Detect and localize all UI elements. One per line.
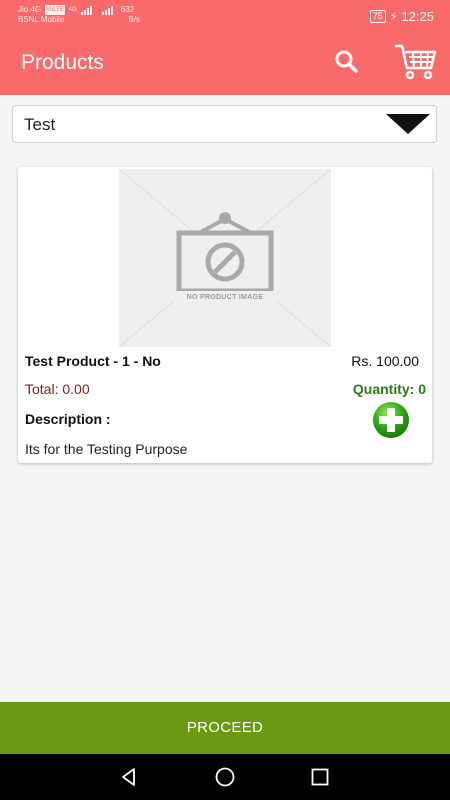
product-total: Total: 0.00 <box>25 381 90 397</box>
recents-button[interactable] <box>309 766 331 788</box>
clock: 12:25 <box>401 9 434 24</box>
carrier-info: Jio 4G VoLTE 4G 632 BSNL Mobile B/s <box>18 5 140 25</box>
no-image-text: NO PRODUCT IMAGE <box>186 294 264 301</box>
page-title: Products <box>21 51 104 74</box>
cart-button[interactable] <box>392 40 438 84</box>
recents-icon <box>311 768 329 786</box>
status-right: 75 ⚡ 12:25 <box>369 9 434 24</box>
battery-icon: 75 <box>369 10 386 23</box>
speed-unit: B/s <box>128 15 140 24</box>
cart-icon <box>395 44 437 80</box>
app-bar: Products <box>0 32 450 95</box>
home-icon <box>215 767 235 787</box>
category-dropdown[interactable]: Test <box>12 105 437 143</box>
description-text: Its for the Testing Purpose <box>25 441 188 457</box>
signal-icon-2 <box>101 5 113 15</box>
carrier-line2: BSNL Mobile <box>18 15 65 24</box>
system-nav-bar <box>0 754 450 800</box>
speed-value: 632 <box>120 5 135 14</box>
search-icon <box>335 50 358 73</box>
carrier-line1: Jio 4G <box>18 5 42 14</box>
proceed-button[interactable]: PROCEED <box>0 702 450 754</box>
add-quantity-button[interactable] <box>372 401 410 439</box>
back-button[interactable] <box>118 766 140 788</box>
home-button[interactable] <box>214 766 236 788</box>
net-type: 4G <box>68 7 77 13</box>
plus-circle-icon <box>373 402 409 438</box>
dropdown-arrow-icon <box>386 114 430 134</box>
product-card[interactable]: NO PRODUCT IMAGE Test Product - 1 - No R… <box>18 167 432 463</box>
product-name: Test Product - 1 - No <box>25 353 161 369</box>
no-image-icon <box>118 168 332 348</box>
product-image-placeholder: NO PRODUCT IMAGE <box>118 168 332 348</box>
network-badge: VoLTE <box>45 5 65 15</box>
description-label: Description : <box>25 411 111 427</box>
product-quantity: Quantity: 0 <box>352 381 426 397</box>
search-button[interactable] <box>330 46 364 80</box>
status-bar: Jio 4G VoLTE 4G 632 BSNL Mobile B/s 75 ⚡… <box>0 0 450 32</box>
back-icon <box>122 768 135 786</box>
signal-icon <box>80 5 92 15</box>
product-price: Rs. 100.00 <box>351 353 419 369</box>
dropdown-selected-value: Test <box>24 115 56 134</box>
charging-icon: ⚡ <box>389 11 398 23</box>
